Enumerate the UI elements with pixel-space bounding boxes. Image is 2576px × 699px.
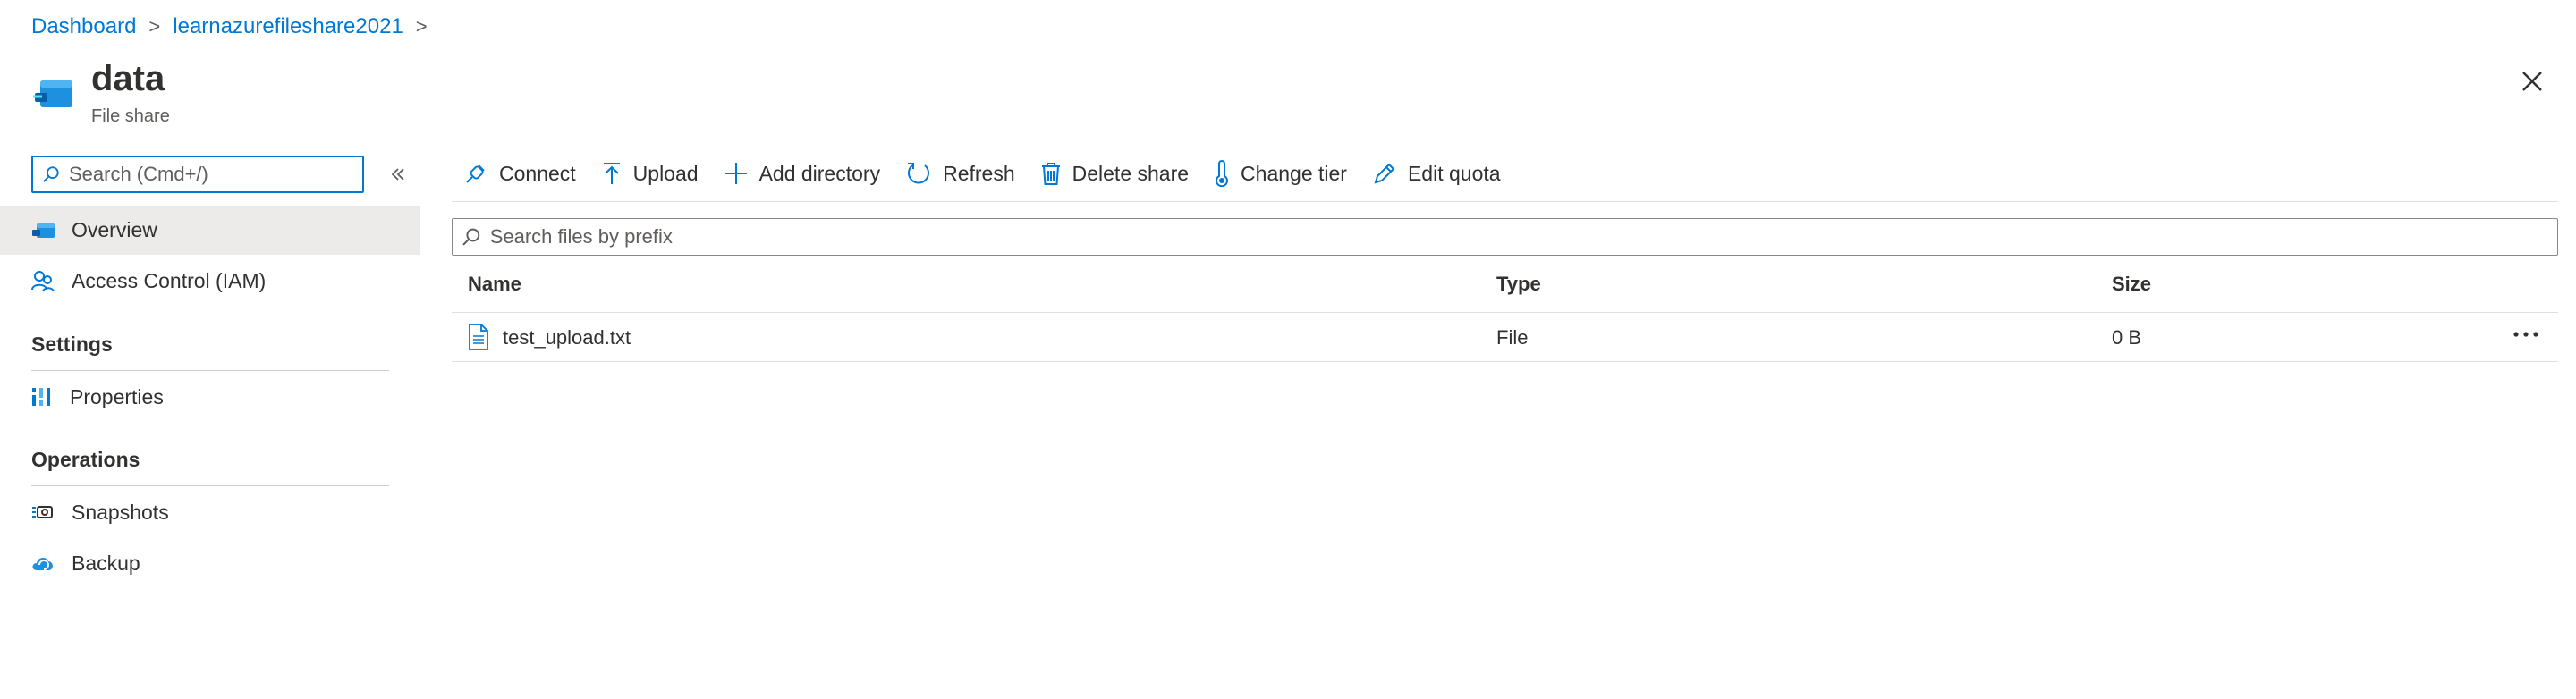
refresh-button[interactable]: Refresh bbox=[905, 154, 1015, 193]
section-divider bbox=[31, 485, 389, 486]
upload-label: Upload bbox=[632, 161, 699, 185]
add-directory-button[interactable]: Add directory bbox=[724, 154, 881, 193]
refresh-label: Refresh bbox=[943, 161, 1015, 185]
file-name[interactable]: test_upload.txt bbox=[503, 326, 631, 350]
close-button[interactable] bbox=[2518, 67, 2546, 96]
users-icon bbox=[30, 268, 55, 293]
sidebar-item-backup[interactable]: Backup bbox=[0, 540, 420, 586]
breadcrumb-dashboard-link[interactable]: Dashboard bbox=[31, 14, 136, 39]
breadcrumb-separator: > bbox=[148, 15, 161, 38]
pencil-icon bbox=[1372, 161, 1397, 186]
search-icon bbox=[462, 228, 480, 246]
column-header-size[interactable]: Size bbox=[2112, 273, 2151, 296]
file-icon bbox=[468, 324, 489, 355]
ellipsis-icon bbox=[2513, 332, 2538, 337]
sidebar-item-label: Properties bbox=[70, 384, 164, 408]
sidebar-item-label: Snapshots bbox=[72, 500, 169, 524]
file-share-icon bbox=[30, 220, 55, 241]
sidebar-item-snapshots[interactable]: Snapshots bbox=[0, 489, 420, 535]
sidebar-search-input[interactable] bbox=[66, 162, 353, 187]
edit-quota-button[interactable]: Edit quota bbox=[1372, 154, 1501, 193]
delete-share-button[interactable]: Delete share bbox=[1040, 154, 1189, 193]
breadcrumb: Dashboard > learnazurefileshare2021 > bbox=[31, 14, 428, 39]
column-header-type[interactable]: Type bbox=[1496, 273, 1541, 296]
sidebar-item-label: Access Control (IAM) bbox=[72, 268, 267, 292]
delete-share-label: Delete share bbox=[1072, 161, 1190, 185]
upload-icon bbox=[601, 161, 623, 186]
table-row[interactable]: test_upload.txt File 0 B bbox=[452, 313, 2558, 361]
toolbar: Connect Upload Add directory Refresh Del… bbox=[463, 154, 1501, 193]
file-type: File bbox=[1496, 326, 1529, 349]
sidebar-item-overview[interactable]: Overview bbox=[0, 206, 420, 255]
section-heading-operations: Operations bbox=[31, 448, 140, 471]
search-icon bbox=[43, 166, 59, 182]
section-divider bbox=[31, 370, 389, 371]
sidebar-item-access-control[interactable]: Access Control (IAM) bbox=[0, 257, 420, 304]
breadcrumb-storage-account-link[interactable]: learnazurefileshare2021 bbox=[173, 14, 403, 39]
sidebar-item-label: Backup bbox=[72, 551, 140, 575]
change-tier-button[interactable]: Change tier bbox=[1214, 154, 1347, 193]
page-subtitle: File share bbox=[91, 106, 170, 126]
sidebar-item-label: Overview bbox=[72, 218, 157, 241]
snapshot-icon bbox=[30, 501, 55, 524]
file-share-icon bbox=[30, 70, 78, 118]
more-options-button[interactable] bbox=[2511, 322, 2541, 347]
connect-button[interactable]: Connect bbox=[463, 154, 576, 193]
breadcrumb-separator: > bbox=[415, 15, 428, 38]
edit-quota-label: Edit quota bbox=[1407, 161, 1501, 185]
refresh-icon bbox=[905, 160, 932, 187]
table-row-divider bbox=[452, 361, 2558, 362]
page-title: data bbox=[91, 59, 165, 98]
properties-icon bbox=[30, 385, 54, 408]
change-tier-label: Change tier bbox=[1241, 161, 1347, 185]
upload-button[interactable]: Upload bbox=[601, 154, 699, 193]
sidebar-search-box[interactable] bbox=[31, 156, 364, 193]
collapse-sidebar-button[interactable] bbox=[385, 161, 411, 188]
column-header-name[interactable]: Name bbox=[468, 273, 521, 296]
double-chevron-left-icon bbox=[391, 168, 404, 181]
thermometer-icon bbox=[1214, 160, 1230, 187]
file-size: 0 B bbox=[2112, 326, 2142, 349]
add-directory-label: Add directory bbox=[758, 161, 881, 185]
plug-icon bbox=[463, 161, 488, 186]
file-search-input[interactable] bbox=[487, 224, 2548, 249]
sidebar-item-properties[interactable]: Properties bbox=[0, 374, 420, 420]
connect-label: Connect bbox=[499, 161, 576, 185]
file-search-box[interactable] bbox=[452, 218, 2558, 256]
section-heading-settings: Settings bbox=[31, 333, 113, 356]
backup-cloud-icon bbox=[30, 552, 55, 574]
plus-icon bbox=[724, 161, 749, 186]
toolbar-divider bbox=[452, 201, 2558, 202]
close-icon bbox=[2522, 72, 2542, 91]
trash-icon bbox=[1040, 161, 1062, 186]
